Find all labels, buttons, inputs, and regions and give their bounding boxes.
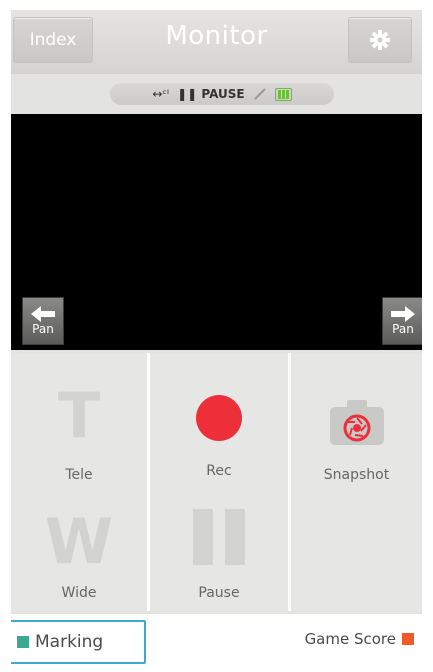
link-icon (253, 88, 266, 100)
game-score-square-icon (402, 633, 414, 645)
pan-left-label: Pan (32, 322, 54, 336)
pause-button[interactable]: Pause (150, 483, 288, 611)
battery-icon (274, 87, 292, 101)
tele-label: Tele (65, 467, 93, 483)
index-button-label: Index (29, 30, 77, 50)
pause-icon (193, 509, 245, 565)
header-bar: Index Monitor (11, 10, 422, 74)
empty-cell (291, 483, 422, 611)
control-grid: T Tele Rec Snapshot W Wide Pause (11, 353, 422, 611)
rec-label: Rec (206, 463, 232, 479)
bottom-bar: Marking Game Score (11, 614, 422, 669)
marking-square-icon (17, 636, 29, 648)
settings-button[interactable] (348, 17, 412, 63)
video-preview (11, 114, 422, 350)
snapshot-button[interactable]: Snapshot (291, 353, 422, 483)
marking-button[interactable]: Marking (11, 620, 146, 664)
tele-button[interactable]: T Tele (11, 353, 147, 483)
index-button[interactable]: Index (13, 17, 93, 63)
marking-label: Marking (35, 632, 104, 652)
wifi-direct-icon: ↔ᶜᴵ (152, 87, 170, 101)
rec-button[interactable]: Rec (150, 353, 288, 483)
camera-icon (329, 400, 384, 445)
pan-right-label: Pan (392, 322, 414, 336)
snapshot-label: Snapshot (323, 467, 390, 483)
pause-label: Pause (198, 585, 240, 601)
gear-icon (370, 30, 390, 50)
status-indicator: ↔ᶜᴵ ❚❚ PAUSE (110, 83, 334, 105)
pause-icon: ❚❚ (177, 87, 198, 101)
pause-status-text: PAUSE (201, 87, 245, 101)
wide-label: Wide (61, 585, 97, 601)
game-score-label: Game Score (304, 630, 396, 648)
pan-left-button[interactable]: Pan (22, 297, 64, 345)
tele-icon: T (57, 379, 101, 452)
arrow-left-icon (31, 306, 55, 322)
game-score-button[interactable]: Game Score (305, 630, 414, 648)
app-window: Index Monitor ↔ᶜᴵ ❚❚ PAUSE Pan Pan T Tel… (11, 10, 422, 669)
page-title: Monitor (165, 21, 268, 51)
pan-right-button[interactable]: Pan (382, 297, 422, 345)
record-icon (196, 395, 242, 441)
wide-icon: W (44, 505, 114, 578)
wide-button[interactable]: W Wide (11, 483, 147, 611)
arrow-right-icon (391, 306, 415, 322)
